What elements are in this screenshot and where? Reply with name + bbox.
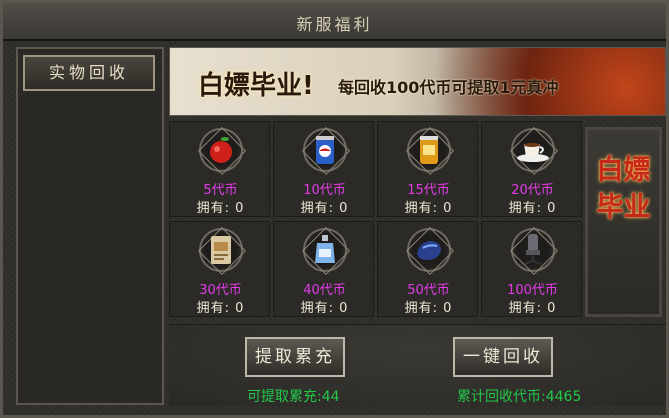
item-cell[interactable]: 10代币 拥有: 0: [273, 121, 374, 217]
apple-icon: [210, 136, 232, 163]
welfare-window: 新服福利 实物回收 白嫖毕业! 每回收100代币可提取1元真冲 5代币 拥有: …: [0, 0, 669, 418]
item-owned: 拥有: 0: [196, 201, 245, 216]
item-grid: 5代币 拥有: 0 10代币 拥有: 0 15代币 拥有: 0 20代币 拥有:…: [169, 121, 582, 317]
tab-physical-recycle[interactable]: 实物回收: [23, 55, 155, 91]
window-title: 新服福利: [296, 15, 373, 34]
item-price: 10代币: [303, 183, 346, 198]
sidebar: 实物回收: [16, 47, 164, 405]
soda-can-icon: [316, 136, 334, 164]
item-slot[interactable]: [199, 228, 243, 272]
coffee-cup-icon: [517, 143, 549, 162]
item-price: 50代币: [407, 283, 450, 298]
item-slot[interactable]: [407, 128, 451, 172]
item-price: 40代币: [303, 283, 346, 298]
item-slot[interactable]: [303, 128, 347, 172]
card-icon: [211, 236, 231, 264]
item-owned: 拥有: 0: [508, 301, 557, 316]
item-owned: 拥有: 0: [196, 301, 245, 316]
gaming-chair-icon: [524, 234, 542, 265]
item-slot[interactable]: [407, 228, 451, 272]
item-cell[interactable]: 100代币 拥有: 0: [481, 221, 582, 317]
recycle-all-button[interactable]: 一键回收: [453, 337, 553, 377]
item-slot[interactable]: [199, 128, 243, 172]
item-slot[interactable]: [511, 128, 555, 172]
plaque-text: 白嫖毕业: [596, 155, 651, 223]
item-owned: 拥有: 0: [508, 201, 557, 216]
item-price: 100代币: [507, 283, 558, 298]
withdraw-button[interactable]: 提取累充: [245, 337, 345, 377]
item-owned: 拥有: 0: [404, 201, 453, 216]
banner-subtitle: 每回收100代币可提取1元真冲: [338, 78, 559, 97]
graduation-plaque: 白嫖毕业: [585, 127, 662, 317]
item-cell[interactable]: 30代币 拥有: 0: [169, 221, 270, 317]
item-cell[interactable]: 50代币 拥有: 0: [377, 221, 478, 317]
withdrawable-amount: 可提取累充:44: [247, 389, 340, 405]
title-bar: 新服福利: [3, 3, 666, 41]
item-owned: 拥有: 0: [300, 301, 349, 316]
item-cell[interactable]: 15代币 拥有: 0: [377, 121, 478, 217]
perfume-bottle-icon: [315, 235, 335, 263]
mouse-icon: [417, 241, 441, 260]
item-price: 30代币: [199, 283, 242, 298]
action-bar: 提取累充 一键回收 可提取累充:44 累计回收代币:4465: [169, 324, 666, 406]
item-slot[interactable]: [511, 228, 555, 272]
item-slot[interactable]: [303, 228, 347, 272]
item-cell[interactable]: 40代币 拥有: 0: [273, 221, 374, 317]
item-price: 15代币: [407, 183, 450, 198]
promo-banner: 白嫖毕业! 每回收100代币可提取1元真冲: [169, 47, 666, 116]
item-cell[interactable]: 20代币 拥有: 0: [481, 121, 582, 217]
banner-title: 白嫖毕业!: [198, 71, 314, 101]
total-recycled-tokens: 累计回收代币:4465: [457, 389, 582, 405]
item-owned: 拥有: 0: [300, 201, 349, 216]
item-price: 5代币: [203, 183, 238, 198]
beer-can-icon: [420, 136, 438, 164]
item-price: 20代币: [511, 183, 554, 198]
item-cell[interactable]: 5代币 拥有: 0: [169, 121, 270, 217]
item-owned: 拥有: 0: [404, 301, 453, 316]
